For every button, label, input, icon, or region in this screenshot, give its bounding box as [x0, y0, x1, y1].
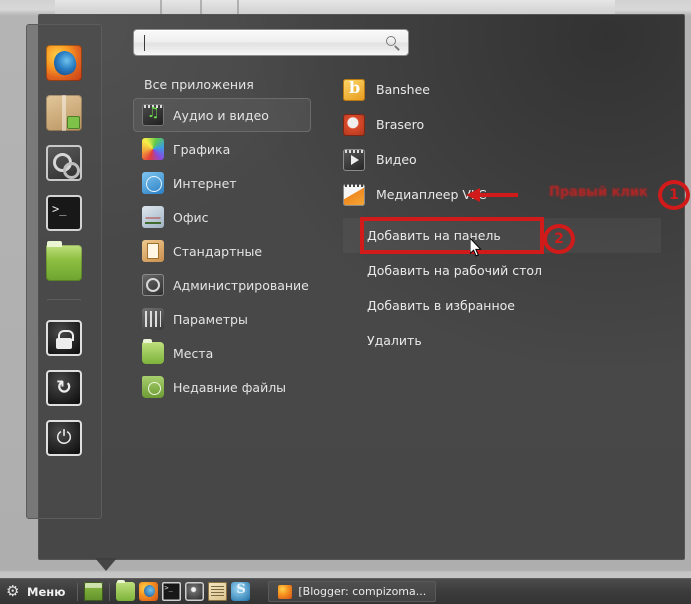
screen: ↻ ⏻ Все приложения Аудио и видео Графика… — [0, 0, 691, 604]
brasero-icon — [343, 113, 365, 136]
administration-icon — [142, 274, 164, 296]
search-icon — [386, 36, 400, 51]
control-center-icon[interactable] — [46, 145, 82, 181]
menu-item-label: Добавить на рабочий стол — [367, 263, 543, 278]
video-icon — [343, 148, 365, 171]
category-label: Графика — [173, 141, 231, 157]
log-out-icon[interactable]: ↻ — [46, 370, 82, 406]
list-item-banshee[interactable]: Banshee — [343, 72, 643, 107]
list-item-video[interactable]: Видео — [343, 142, 643, 177]
accessories-icon — [142, 240, 164, 262]
background-detail — [200, 0, 202, 14]
application-label: Медиаплеер VLC — [376, 187, 487, 202]
background-detail — [237, 0, 239, 14]
dock-divider — [47, 299, 81, 300]
preferences-icon — [142, 308, 164, 330]
sidebar-item-preferences[interactable]: Параметры — [133, 302, 311, 336]
sidebar-item-graphics[interactable]: Графика — [133, 132, 311, 166]
category-label: Администрирование — [173, 277, 309, 293]
sidebar-item-recent-files[interactable]: Недавние файлы — [133, 370, 311, 404]
category-label: Параметры — [173, 311, 248, 327]
menu-item-add-to-favorites[interactable]: Добавить в избранное — [343, 288, 661, 323]
application-label: Banshee — [376, 82, 430, 97]
background-detail — [160, 0, 162, 14]
application-list: Banshee Brasero Видео Медиаплеер VLC — [343, 72, 643, 212]
lock-screen-icon[interactable] — [46, 320, 82, 356]
application-label: Видео — [376, 152, 417, 167]
disc-app-icon[interactable] — [185, 582, 205, 601]
taskbar-divider — [77, 582, 79, 601]
taskbar-divider — [109, 582, 111, 601]
file-manager-icon[interactable] — [116, 580, 136, 601]
category-label: Стандартные — [173, 243, 263, 259]
favorites-dock: ↻ ⏻ — [26, 24, 102, 519]
gear-icon: ⚙ — [6, 582, 20, 600]
recent-files-icon — [142, 376, 164, 398]
category-label: Недавние файлы — [173, 379, 287, 395]
category-label: Все приложения — [144, 76, 254, 92]
sidebar-item-office[interactable]: Офис — [133, 200, 311, 234]
show-desktop-icon[interactable] — [84, 582, 104, 601]
sidebar-item-administration[interactable]: Администрирование — [133, 268, 311, 302]
menu-button[interactable]: ⚙ Меню — [0, 579, 73, 604]
files-icon[interactable] — [46, 241, 82, 281]
menu-panel-tail — [95, 558, 117, 571]
package-manager-icon[interactable] — [46, 95, 82, 131]
category-all-applications[interactable]: Все приложения — [133, 70, 311, 98]
list-item-brasero[interactable]: Brasero — [343, 107, 643, 142]
text-caret — [144, 35, 145, 51]
category-label: Аудио и видео — [173, 107, 269, 123]
sidebar-item-places[interactable]: Места — [133, 336, 311, 370]
category-list: Все приложения Аудио и видео Графика Инт… — [133, 70, 311, 404]
sidebar-item-internet[interactable]: Интернет — [133, 166, 311, 200]
shutdown-icon[interactable]: ⏻ — [46, 420, 82, 456]
menu-item-remove[interactable]: Удалить — [343, 323, 661, 358]
internet-icon — [142, 172, 164, 194]
terminal-icon[interactable] — [46, 195, 82, 231]
application-label: Brasero — [376, 117, 425, 132]
menu-button-label: Меню — [27, 584, 66, 599]
places-icon — [142, 339, 164, 364]
firefox-icon[interactable] — [139, 582, 159, 601]
blue-app-icon[interactable] — [231, 582, 251, 601]
menu-item-label: Добавить в избранное — [367, 298, 515, 313]
menu-item-add-to-panel[interactable]: Добавить на панель — [343, 218, 661, 253]
firefox-icon — [278, 584, 293, 599]
window-title: [Blogger: compizoma... — [298, 585, 427, 598]
terminal-icon[interactable] — [162, 582, 182, 601]
taskbar-window-button[interactable]: [Blogger: compizoma... — [268, 581, 437, 602]
taskbar: ⚙ Меню [Blogger: compizoma... — [0, 578, 691, 604]
list-item-vlc[interactable]: Медиаплеер VLC — [343, 177, 643, 212]
sidebar-item-audio-video[interactable]: Аудио и видео — [133, 98, 311, 132]
audio-video-icon — [142, 104, 164, 126]
search-input[interactable] — [133, 29, 409, 56]
category-label: Места — [173, 345, 214, 361]
context-menu: Добавить на панель Добавить на рабочий с… — [343, 218, 661, 358]
menu-item-label: Удалить — [367, 333, 422, 348]
vlc-icon — [343, 183, 365, 206]
category-label: Интернет — [173, 175, 237, 191]
notes-icon[interactable] — [208, 582, 228, 601]
graphics-icon — [142, 138, 164, 160]
menu-item-add-to-desktop[interactable]: Добавить на рабочий стол — [343, 253, 661, 288]
banshee-icon — [343, 78, 365, 101]
sidebar-item-accessories[interactable]: Стандартные — [133, 234, 311, 268]
firefox-icon[interactable] — [46, 45, 82, 81]
office-icon — [142, 206, 164, 228]
category-label: Офис — [173, 209, 209, 225]
mouse-cursor — [470, 238, 482, 257]
